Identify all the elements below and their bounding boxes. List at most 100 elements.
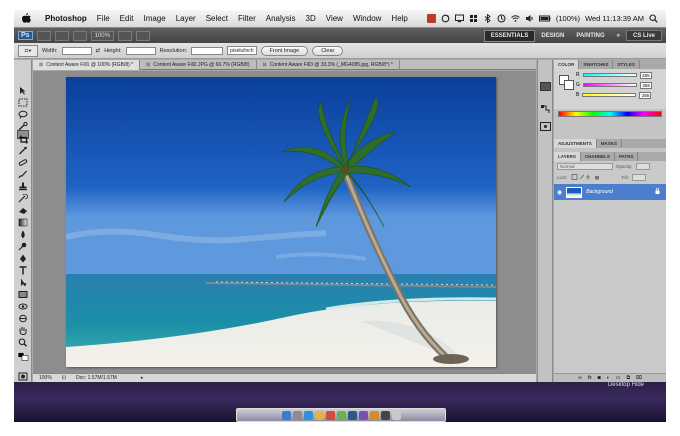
zoom-level-select[interactable]: 100%	[90, 30, 114, 41]
hand-tool-icon[interactable]	[17, 322, 29, 336]
move-tool-icon[interactable]	[17, 82, 29, 95]
crop-tool-icon[interactable]	[17, 130, 29, 144]
tool-preset-picker[interactable]: ⌗▾	[18, 44, 38, 57]
quick-selection-tool-icon[interactable]	[17, 118, 29, 131]
tab-color[interactable]: COLOR	[554, 60, 580, 69]
facetime-icon[interactable]	[336, 410, 346, 420]
menu-image[interactable]: Image	[138, 14, 170, 23]
3d-orbit-tool-icon[interactable]	[17, 310, 29, 323]
menu-view[interactable]: View	[321, 14, 348, 23]
adobe-icon[interactable]	[426, 14, 436, 23]
marquee-tool-icon[interactable]	[17, 94, 29, 107]
lock-options-icons[interactable]	[571, 174, 605, 180]
itunes-icon[interactable]	[358, 410, 368, 420]
swap-dimensions-icon[interactable]: ⇄	[96, 48, 101, 54]
lasso-tool-icon[interactable]	[17, 106, 29, 119]
status-zoom[interactable]: 100%	[39, 375, 52, 381]
workspace-more-button[interactable]: »	[611, 33, 626, 39]
screen-mode-button[interactable]	[135, 30, 150, 41]
workspace-design[interactable]: DESIGN	[535, 33, 570, 39]
tab-channels[interactable]: CHANNELS	[581, 152, 615, 161]
volume-icon[interactable]	[525, 14, 534, 23]
menu-select[interactable]: Select	[201, 14, 233, 23]
menu-help[interactable]: Help	[386, 14, 412, 23]
green-value[interactable]: 255	[639, 81, 652, 89]
type-tool-icon[interactable]	[17, 262, 29, 275]
blend-mode-select[interactable]: Normal	[557, 163, 613, 170]
dodge-tool-icon[interactable]	[17, 238, 29, 251]
time-machine-icon[interactable]	[497, 14, 506, 23]
doc-tab-1[interactable]: ⊠ Content Aware Fill1 @ 100% (RGB/8) *	[33, 60, 141, 70]
history-brush-tool-icon[interactable]	[17, 190, 29, 203]
front-image-button[interactable]: Front Image	[260, 45, 309, 56]
desktop-hide-label[interactable]: Desktop Hide	[608, 382, 644, 388]
height-input[interactable]	[125, 46, 156, 55]
menu-3d[interactable]: 3D	[301, 14, 321, 23]
doc-tab-2[interactable]: ⊠ Content Aware Fill2.JPG @ 66.7% (RGB/8…	[140, 60, 257, 70]
close-tab-icon[interactable]: ⊠	[263, 61, 267, 70]
delete-layer-icon[interactable]: ⌧	[636, 375, 642, 381]
status-menu-arrow-icon[interactable]: ▸	[141, 375, 144, 381]
menu-analysis[interactable]: Analysis	[261, 14, 301, 23]
eraser-tool-icon[interactable]	[17, 202, 29, 214]
menu-file[interactable]: File	[92, 14, 115, 23]
view-extras-button[interactable]	[72, 30, 87, 41]
clone-stamp-tool-icon[interactable]	[17, 178, 29, 191]
tab-layers[interactable]: LAYERS	[554, 152, 581, 161]
launch-bridge-button[interactable]	[36, 30, 51, 41]
history-panel-icon[interactable]	[540, 102, 551, 113]
red-slider[interactable]	[582, 73, 637, 77]
menu-layer[interactable]: Layer	[171, 14, 201, 23]
adjustment-layer-icon[interactable]: ◐	[607, 375, 610, 381]
photoshop-dock-icon[interactable]	[347, 410, 357, 420]
gradient-tool-icon[interactable]	[17, 214, 29, 227]
rectangle-tool-icon[interactable]	[17, 286, 29, 298]
color-swatches-icon[interactable]	[17, 348, 29, 361]
calendar-icon[interactable]	[325, 410, 335, 420]
tab-masks[interactable]: MASKS	[597, 139, 623, 148]
tab-swatches[interactable]: SWATCHES	[579, 60, 614, 69]
finder-icon[interactable]	[281, 410, 291, 420]
new-group-icon[interactable]: ▭	[616, 375, 621, 381]
layer-row-background[interactable]: ◉ Background	[554, 184, 666, 200]
link-layers-icon[interactable]: ∞	[578, 375, 582, 381]
status-info-icon[interactable]: ⊡	[62, 375, 66, 381]
brush-tool-icon[interactable]	[17, 166, 29, 179]
menu-photoshop[interactable]: Photoshop	[40, 14, 92, 23]
cs-live-button[interactable]: CS Live	[625, 30, 662, 41]
canvas-area[interactable]	[33, 71, 536, 373]
green-slider[interactable]	[582, 83, 637, 87]
menu-window[interactable]: Window	[348, 14, 386, 23]
opacity-input[interactable]	[635, 163, 650, 170]
3d-rotate-tool-icon[interactable]	[17, 298, 29, 310]
resolution-units-select[interactable]: pixels/inch	[227, 46, 257, 55]
terminal-icon[interactable]	[380, 410, 390, 420]
trash-icon[interactable]	[391, 410, 401, 420]
sync-icon[interactable]	[441, 14, 450, 23]
menu-edit[interactable]: Edit	[115, 14, 139, 23]
zoom-tool-icon[interactable]	[17, 334, 29, 347]
healing-brush-tool-icon[interactable]	[17, 154, 29, 166]
menu-filter[interactable]: Filter	[233, 14, 261, 23]
tab-adjustments[interactable]: ADJUSTMENTS	[554, 139, 597, 148]
layer-visibility-eye-icon[interactable]: ◉	[557, 189, 562, 196]
display-icon[interactable]	[454, 14, 464, 23]
quick-mask-icon[interactable]	[17, 368, 29, 381]
beach-palm-photo[interactable]	[66, 77, 496, 367]
bluetooth-icon[interactable]	[483, 13, 492, 24]
system-prefs-icon[interactable]	[292, 410, 302, 420]
eyedropper-tool-icon[interactable]	[17, 142, 29, 155]
fill-input[interactable]	[631, 173, 646, 181]
close-tab-icon[interactable]: ⊠	[146, 61, 150, 70]
safari-icon[interactable]	[303, 410, 313, 420]
color-spectrum-bar[interactable]	[558, 111, 662, 117]
blur-tool-icon[interactable]	[17, 226, 29, 239]
pen-tool-icon[interactable]	[17, 250, 29, 263]
resolution-input[interactable]	[191, 46, 224, 55]
doc-tab-3[interactable]: ⊠ Content Aware Fill3 @ 33.3% (_MG4085.j…	[257, 60, 400, 70]
layer-style-icon[interactable]: fx	[588, 375, 592, 381]
grid-icon[interactable]	[469, 14, 478, 23]
new-layer-icon[interactable]: ⧉	[626, 375, 630, 381]
bridge-icon[interactable]	[369, 410, 379, 420]
path-selection-tool-icon[interactable]	[17, 274, 29, 287]
